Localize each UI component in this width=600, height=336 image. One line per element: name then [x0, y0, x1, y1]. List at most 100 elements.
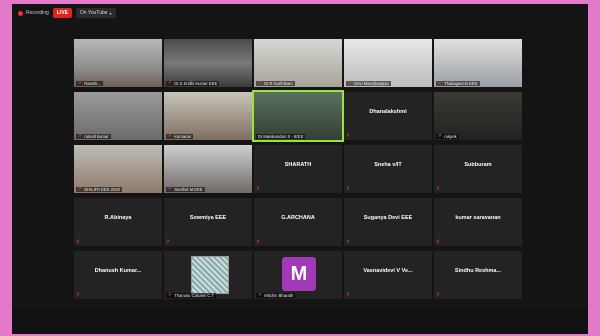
participant-tile[interactable]: Vasnavidevi V Ve... ✗: [344, 251, 432, 299]
participant-profile-picture: [191, 256, 229, 294]
mic-muted-icon: ✗: [168, 81, 173, 86]
participant-video: [164, 92, 252, 140]
participant-tile[interactable]: SHARATH ✗: [254, 145, 342, 193]
participant-name: Vasnavidevi V Ve...: [363, 268, 413, 274]
participant-video: [434, 92, 522, 140]
chevron-down-icon: ▾: [109, 10, 112, 16]
participant-tile[interactable]: Sowmiya EEE ✗: [164, 198, 252, 246]
participant-name: Mitchin Bharath: [264, 293, 294, 298]
mic-muted-icon: ✗: [168, 187, 173, 192]
record-dot-icon: [18, 10, 23, 16]
mic-muted-icon: ✗: [436, 292, 441, 298]
mic-muted-icon: ✗: [346, 133, 351, 139]
mic-muted-icon: ✗: [436, 239, 441, 245]
participant-video: [164, 145, 252, 193]
participant-name: Sindhu Reshma...: [454, 268, 502, 274]
participant-name: Sneha v/IT: [374, 162, 402, 168]
stream-destination-button[interactable]: On YouTube ▾: [75, 8, 116, 18]
participant-name-label: ✗ Thaliagavelu EEE: [436, 81, 480, 86]
mic-muted-icon: ✗: [346, 239, 351, 245]
participant-tile[interactable]: ✗ Seethal M.EEE: [164, 145, 252, 193]
mic-muted-icon: ✗: [76, 292, 81, 298]
participant-tile[interactable]: ✗ Devi Manojkappan: [344, 39, 432, 87]
participant-name: rukpek: [444, 134, 457, 139]
participant-name: DHILIPA EEE 2022: [84, 187, 120, 192]
participant-tile[interactable]: ✗ Raamk...: [74, 39, 162, 87]
mic-muted-icon: ✗: [168, 293, 173, 298]
live-badge[interactable]: LIVE: [52, 8, 72, 18]
participant-video: [254, 39, 342, 87]
participant-video: [254, 92, 342, 140]
participant-video: [74, 92, 162, 140]
participant-tile[interactable]: Suganya Devi EEE ✗: [344, 198, 432, 246]
participant-tile[interactable]: ✗ rukpek: [434, 92, 522, 140]
participant-tile[interactable]: Dr.Manikandan S - IEEE: [252, 90, 344, 142]
participant-name: G.ARCHANA: [281, 215, 315, 221]
participant-tile[interactable]: R.Abinaya ✗: [74, 198, 162, 246]
participant-video: [434, 39, 522, 87]
mic-muted-icon: ✗: [168, 134, 173, 139]
participant-name-label: ✗ ramalt kumar: [76, 134, 111, 139]
participant-name: Dhanalakshmi: [369, 109, 407, 115]
participant-name: Raamk...: [84, 81, 101, 86]
stream-label: On YouTube: [79, 10, 108, 16]
participant-name: Subburam: [464, 162, 492, 168]
participant-name: kumar saravanan: [455, 215, 501, 221]
participant-tile[interactable]: Dhanalakshmi ✗: [344, 92, 432, 140]
participant-name: Thanusu Canaes C.T: [174, 293, 215, 298]
participant-tile[interactable]: M ✗ Mitchin Bharath: [254, 251, 342, 299]
participant-name-label: ✗ Mitchin Bharath: [256, 293, 296, 298]
mic-muted-icon: ✗: [166, 239, 171, 245]
participant-tile[interactable]: kumar saravanan ✗: [434, 198, 522, 246]
participant-tile[interactable]: Dhanush Kumar... ✗: [74, 251, 162, 299]
participant-tile[interactable]: ✗ Dr.R.Karthikam: [254, 39, 342, 87]
participant-name: Kumaran: [174, 134, 192, 139]
mic-muted-icon: ✗: [256, 239, 261, 245]
mic-muted-icon: ✗: [78, 187, 83, 192]
participant-tile[interactable]: Sindhu Reshma... ✗: [434, 251, 522, 299]
mic-muted-icon: ✗: [348, 81, 353, 86]
mic-muted-icon: ✗: [78, 134, 83, 139]
mic-muted-icon: ✗: [78, 81, 83, 86]
participant-tile[interactable]: Subburam ✗: [434, 145, 522, 193]
meeting-controls-area: [12, 310, 588, 334]
participant-name: SHARATH: [284, 162, 312, 168]
participant-name-label: ✗ DHILIPA EEE 2022: [76, 187, 122, 192]
participant-name-label: ✗ Dr.S.Sridhi Kumar EEE: [166, 81, 220, 86]
participant-name: Devi Manojkappan: [354, 81, 389, 86]
participant-tile[interactable]: ✗ DHILIPA EEE 2022: [74, 145, 162, 193]
participant-avatar: M: [282, 257, 316, 291]
participant-tile[interactable]: ✗ Thanusu Canaes C.T: [164, 251, 252, 299]
participant-name: ramalt kumar: [84, 134, 109, 139]
participant-tile[interactable]: ✗ Dr.S.Sridhi Kumar EEE: [164, 39, 252, 87]
mic-muted-icon: ✗: [438, 134, 443, 139]
participant-name-label: ✗ Seethal M.EEE: [166, 187, 205, 192]
participant-tile[interactable]: Sneha v/IT ✗: [344, 145, 432, 193]
participant-tile[interactable]: G.ARCHANA ✗: [254, 198, 342, 246]
participant-name: Suganya Devi EEE: [363, 215, 413, 221]
mic-muted-icon: ✗: [76, 239, 81, 245]
mic-muted-icon: ✗: [256, 186, 261, 192]
participant-name: Dhanush Kumar...: [94, 268, 142, 274]
mic-muted-icon: ✗: [346, 292, 351, 298]
participant-name-label: ✗ Devi Manojkappan: [346, 81, 391, 86]
recording-label: Recording: [26, 10, 49, 16]
participant-name: Dr.Manikandan S - IEEE: [258, 134, 304, 139]
participant-video: [74, 39, 162, 87]
participant-video: [344, 39, 432, 87]
participant-name-label: ✗ rukpek: [436, 134, 459, 139]
participant-name-label: ✗ Dr.R.Karthikam: [256, 81, 295, 86]
participant-name-label: ✗ Raamk...: [76, 81, 103, 86]
mic-muted-icon: ✗: [346, 186, 351, 192]
mic-muted-icon: ✗: [258, 293, 263, 298]
participant-name-label: ✗ Kumaran: [166, 134, 194, 139]
participant-tile[interactable]: ✗ ramalt kumar: [74, 92, 162, 140]
participant-tile[interactable]: ✗ Kumaran: [164, 92, 252, 140]
participant-name-label: Dr.Manikandan S - IEEE: [256, 134, 306, 139]
recording-indicator[interactable]: Recording: [18, 10, 49, 16]
participant-name: Thaliagavelu EEE: [444, 81, 478, 86]
participant-tile[interactable]: ✗ Thaliagavelu EEE: [434, 39, 522, 87]
participant-name: Dr.R.Karthikam: [264, 81, 293, 86]
participant-name: Seethal M.EEE: [174, 187, 203, 192]
participant-name: Dr.S.Sridhi Kumar EEE: [174, 81, 218, 86]
